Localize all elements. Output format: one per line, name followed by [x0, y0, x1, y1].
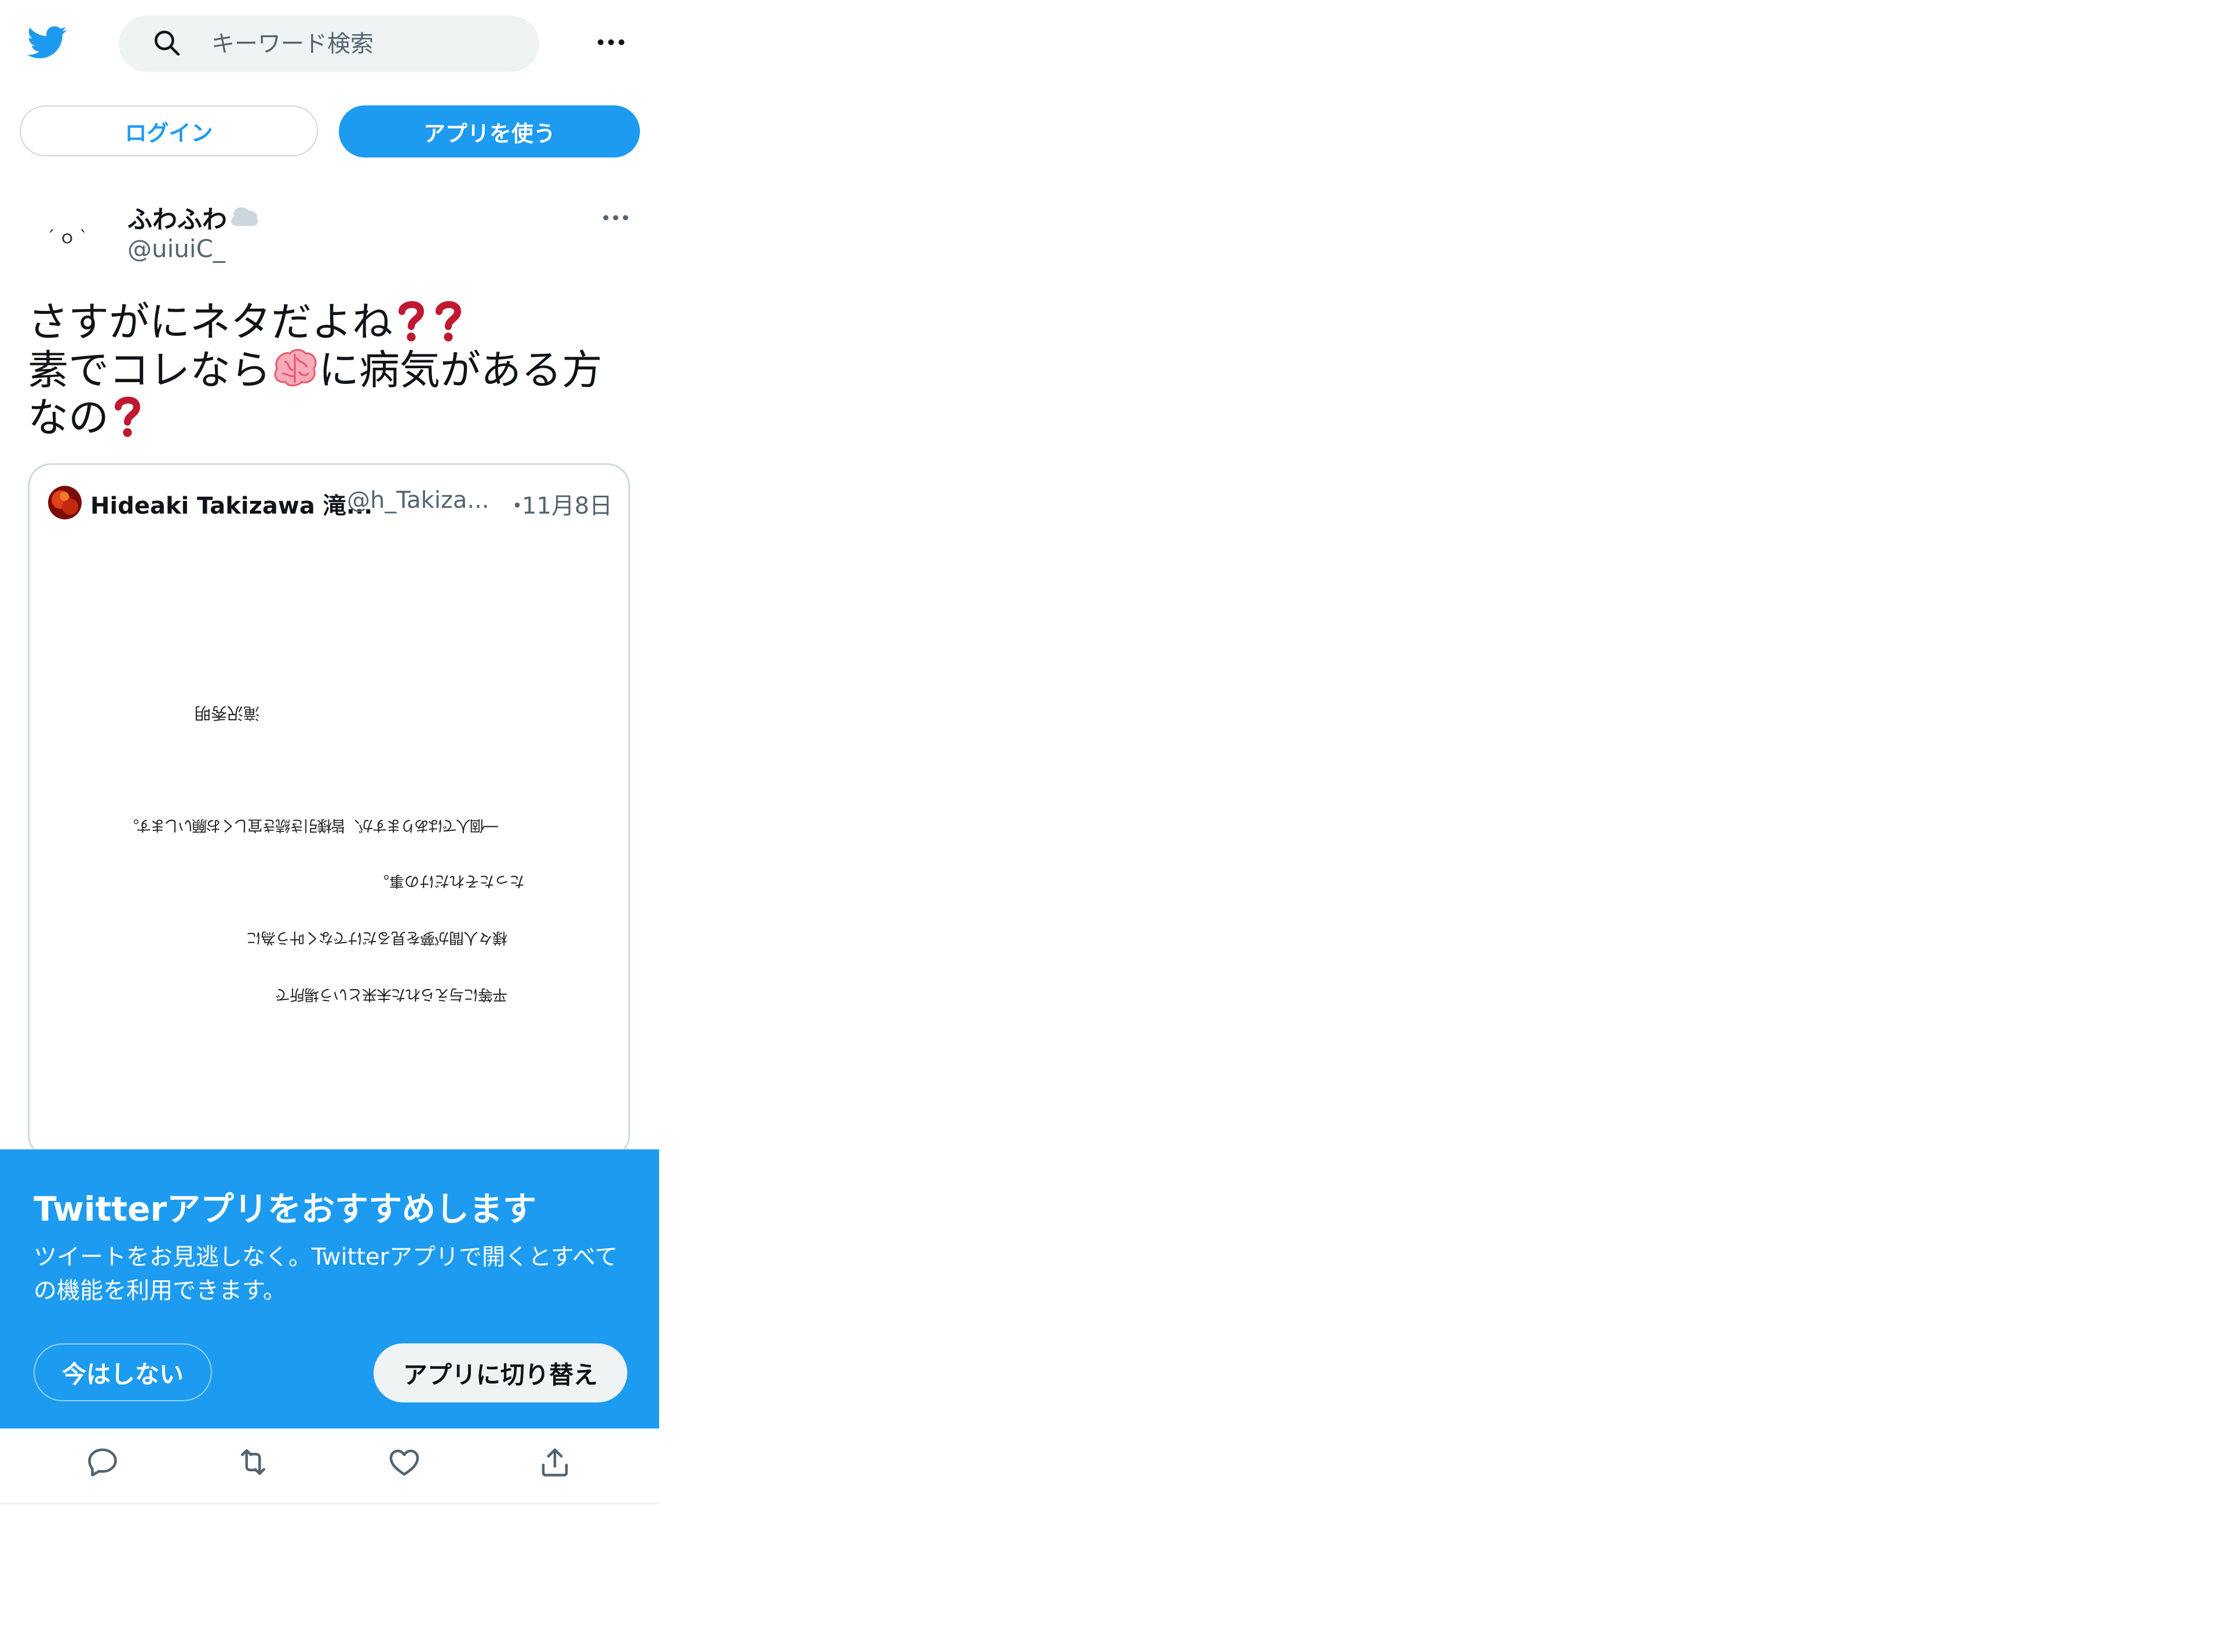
- tweet-line-2a: 素でコレなら: [28, 346, 271, 394]
- avatar[interactable]: ´ｏ`: [30, 200, 105, 275]
- retweet-icon[interactable]: [236, 1445, 270, 1479]
- quote-display-name[interactable]: Hideaki Takizawa 滝...: [90, 487, 372, 521]
- divider: [0, 1503, 659, 1504]
- user-handle[interactable]: @uiuiC_: [127, 235, 225, 263]
- switch-to-app-button[interactable]: アプリに切り替え: [374, 1343, 627, 1402]
- tweet-line-2b: に病気がある方: [319, 346, 602, 394]
- image-text-line: たったそれだけの事。: [374, 872, 525, 889]
- search-icon: [154, 30, 180, 56]
- tweet-line-1: さすがにネタだよね: [28, 298, 393, 346]
- reply-icon[interactable]: [85, 1445, 120, 1479]
- tweet-text: さすがにネタだよね 素でコレなら に病気がある方 なの: [28, 298, 630, 441]
- use-app-button[interactable]: アプリを使う: [339, 105, 640, 157]
- tweet-line-3: なの: [28, 394, 109, 441]
- question-mark-icon: [398, 301, 425, 342]
- tweet-more-icon[interactable]: [602, 212, 629, 224]
- quote-image[interactable]: 滝沢秀明 一個人ではありますが、皆様引き続き宜しくお願いします。 たったそれだけ…: [30, 534, 628, 1156]
- avatar-face: ´ｏ`: [46, 228, 92, 248]
- image-text-line: 一個人ではありますが、皆様引き続き宜しくお願いします。: [125, 816, 499, 834]
- search-bar[interactable]: [119, 16, 539, 72]
- search-input[interactable]: [211, 16, 513, 72]
- twitter-mobile-page: ログイン アプリを使う ´ｏ` ふわふわ @uiuiC_ さすがにネタだよね 素…: [0, 0, 659, 1506]
- quoted-tweet[interactable]: Hideaki Takizawa 滝... @h_Takiza... ・ 11月…: [28, 463, 630, 1158]
- image-text-line: 平等に与えられた未来という場所で: [276, 986, 508, 1003]
- quote-avatar[interactable]: [48, 486, 82, 519]
- share-icon[interactable]: [537, 1445, 572, 1479]
- banner-description: ツイートをお見逃しなく。Twitterアプリで開くとすべての機能を利用できます。: [34, 1244, 618, 1304]
- not-now-button[interactable]: 今はしない: [34, 1343, 212, 1401]
- display-name[interactable]: ふわふわ: [127, 200, 227, 236]
- image-text-line: 滝沢秀明: [195, 704, 260, 723]
- question-mark-icon: [436, 301, 462, 342]
- question-mark-icon: [115, 396, 141, 437]
- login-button[interactable]: ログイン: [20, 105, 318, 156]
- more-icon[interactable]: [597, 35, 626, 50]
- like-icon[interactable]: [387, 1445, 422, 1479]
- quote-handle[interactable]: @h_Takiza...: [347, 487, 489, 514]
- app-promo-banner: Twitterアプリをおすすめします ツイートをお見逃しなく。Twitterアプ…: [0, 1149, 659, 1428]
- cloud-icon: [231, 207, 258, 226]
- brain-icon: [274, 349, 317, 387]
- twitter-logo-icon[interactable]: [25, 22, 70, 61]
- banner-title: Twitterアプリをおすすめします: [34, 1189, 537, 1229]
- quote-date[interactable]: 11月8日: [522, 487, 612, 521]
- image-text-line: 様々人間が夢を見るだけでなく叶う為に: [247, 929, 508, 946]
